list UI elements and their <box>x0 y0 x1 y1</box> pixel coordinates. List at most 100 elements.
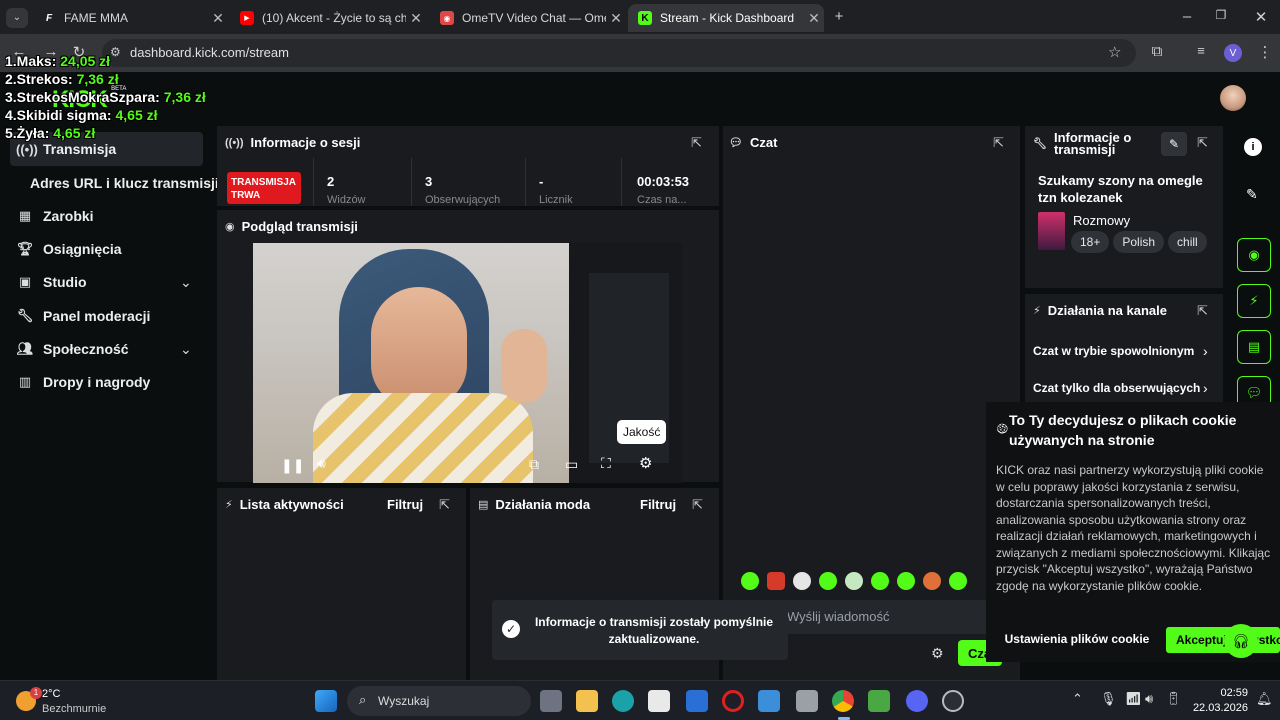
omnibox[interactable]: ⚙ dashboard.kick.com/stream ☆ <box>102 39 1136 67</box>
chevron-down-icon[interactable]: ⌄ <box>180 274 192 291</box>
volume-icon[interactable]: 🔊︎ <box>317 455 326 472</box>
tab-kick-dashboard[interactable]: K Stream - Kick Dashboard ✕ <box>628 4 824 32</box>
emote-icon[interactable] <box>819 572 837 590</box>
sidebar-item-panel-moderacji[interactable]: 🔧︎ Panel moderacji <box>16 308 151 324</box>
sidebar-item-stream-url[interactable]: Adres URL i klucz transmisji <box>30 175 219 191</box>
emote-icon[interactable] <box>923 572 941 590</box>
chrome-icon[interactable] <box>832 690 854 712</box>
media-icon[interactable]: ≡ <box>1190 43 1212 58</box>
pip-icon[interactable]: ⧉ <box>529 456 539 473</box>
video-player[interactable]: ❚❚ 🔊︎ ⧉ ▭ ⛶ ⚙ Jakość <box>253 243 682 483</box>
tab-ometv[interactable]: ◉ OmeTV Video Chat — Omegle ✕ <box>430 4 626 32</box>
edit-icon[interactable]: ✎ <box>1246 186 1258 203</box>
preview-toggle-icon[interactable]: ◉ <box>1237 238 1271 272</box>
tab-search-icon[interactable]: ⌄ <box>6 8 28 28</box>
bolt-toggle-icon[interactable]: ⚡︎ <box>1237 284 1271 318</box>
extensions-icon[interactable]: ⧉ <box>1146 43 1168 60</box>
close-window-icon[interactable]: ✕ <box>1250 8 1272 26</box>
microphone-icon[interactable]: 🎙︎ <box>1100 691 1117 707</box>
edge-icon[interactable] <box>612 690 634 712</box>
action-followers-only[interactable]: Czat tylko dla obserwujących <box>1033 381 1203 395</box>
bookmark-star-icon[interactable]: ☆ <box>1108 43 1121 61</box>
expand-icon[interactable]: ⇱ <box>692 497 703 513</box>
clock-time[interactable]: 02:59 <box>1208 687 1248 699</box>
emote-icon[interactable] <box>767 572 785 590</box>
photos-icon[interactable] <box>758 690 780 712</box>
close-tab-icon[interactable]: ✕ <box>406 10 426 27</box>
emote-icon[interactable] <box>845 572 863 590</box>
expand-icon[interactable]: ⇱ <box>993 135 1004 151</box>
app-cube-icon[interactable] <box>796 690 818 712</box>
taskbar-search[interactable]: ⌕ Wyszukaj <box>347 686 531 716</box>
file-explorer-icon[interactable] <box>576 690 598 712</box>
quality-settings-icon[interactable]: ⚙ <box>639 454 652 472</box>
expand-icon[interactable]: ⇱ <box>439 497 450 513</box>
action-slow-mode[interactable]: Czat w trybie spowolnionym <box>1033 344 1219 358</box>
sidebar-item-label: Osiągnięcia <box>43 241 122 257</box>
opera-icon[interactable] <box>722 690 744 712</box>
store-icon[interactable] <box>648 690 670 712</box>
tab-fame-mma[interactable]: F FAME MMA ✕ <box>32 4 228 32</box>
tray-chevron-icon[interactable]: ⌃ <box>1072 691 1083 707</box>
filter-button[interactable]: Filtruj <box>387 497 423 512</box>
sidebar-item-spolecznosc[interactable]: 👥︎ Społeczność <box>16 341 129 357</box>
task-view-icon[interactable] <box>540 690 562 712</box>
user-avatar[interactable] <box>1220 85 1246 111</box>
fullscreen-icon[interactable]: ⛶ <box>601 455 611 472</box>
close-tab-icon[interactable]: ✕ <box>606 10 626 27</box>
minimize-icon[interactable]: – <box>1176 8 1198 25</box>
emote-icon[interactable] <box>897 572 915 590</box>
app-blue-icon[interactable] <box>686 690 708 712</box>
menu-icon[interactable]: ⋮ <box>1254 43 1276 61</box>
start-icon[interactable] <box>315 690 337 712</box>
theater-icon[interactable]: ▭ <box>565 456 578 473</box>
cookie-settings-button[interactable]: Ustawienia plików cookie <box>996 626 1158 652</box>
app-green-icon[interactable] <box>868 690 890 712</box>
emote-icon[interactable] <box>949 572 967 590</box>
category-name[interactable]: Rozmowy <box>1073 213 1130 228</box>
weather-widget[interactable]: 1 2°C Bezchmurnie <box>14 687 134 717</box>
profile-avatar[interactable]: V <box>1224 44 1242 62</box>
expand-icon[interactable]: ⇱ <box>1197 303 1208 319</box>
sidebar-item-dropy[interactable]: ▥ Dropy i nagrody <box>16 374 151 390</box>
chevron-right-icon[interactable]: › <box>1203 380 1208 396</box>
cookie-accept-button[interactable]: Akceptuj wszystko <box>1166 627 1280 653</box>
overlay-row: 2.Strekos: 7,36 zł <box>5 71 119 87</box>
wifi-icon[interactable]: 📶︎ <box>1125 691 1142 707</box>
notification-icon[interactable]: 🔔︎ <box>1256 691 1273 707</box>
edit-icon[interactable]: ✎ <box>1161 132 1187 156</box>
browser-tab-bar: ⌄ F FAME MMA ✕ ▶ (10) Akcent - Życie to … <box>0 0 1280 34</box>
app-steam-icon[interactable] <box>942 690 964 712</box>
battery-icon[interactable]: 🔋︎ <box>1165 691 1182 707</box>
chevron-right-icon[interactable]: › <box>1203 343 1208 359</box>
chat-settings-icon[interactable]: ⚙ <box>931 645 944 662</box>
volume-icon[interactable]: 🔊︎ <box>1145 691 1153 707</box>
discord-icon[interactable] <box>906 690 928 712</box>
sidebar-item-transmisja[interactable]: ((•)) Transmisja <box>16 141 116 157</box>
restore-icon[interactable]: ❐ <box>1210 8 1232 22</box>
clock-date[interactable]: 22.03.2026 <box>1188 702 1248 714</box>
close-tab-icon[interactable]: ✕ <box>804 10 824 27</box>
emote-icon[interactable] <box>741 572 759 590</box>
sidebar-item-osiagniecia[interactable]: 🏆︎ Osiągnięcia <box>16 241 122 257</box>
close-tab-icon[interactable]: ✕ <box>208 10 228 27</box>
tag-18plus[interactable]: 18+ <box>1071 231 1110 253</box>
sidebar-item-studio[interactable]: ▣ Studio <box>16 274 87 290</box>
pause-icon[interactable]: ❚❚ <box>281 457 304 474</box>
document-toggle-icon[interactable]: ▤ <box>1237 330 1271 364</box>
sidebar-item-zarobki[interactable]: ▦ Zarobki <box>16 208 94 224</box>
trophy-icon: 🏆︎ <box>16 241 34 256</box>
expand-icon[interactable]: ⇱ <box>691 135 702 151</box>
expand-icon[interactable]: ⇱ <box>1197 135 1208 151</box>
filter-button[interactable]: Filtruj <box>640 497 676 512</box>
tag-polish[interactable]: Polish <box>1113 231 1165 253</box>
emote-icon[interactable] <box>793 572 811 590</box>
emote-icon[interactable] <box>871 572 889 590</box>
new-tab-icon[interactable]: + <box>828 8 850 25</box>
tag-chill[interactable]: chill <box>1168 231 1207 253</box>
support-headset-icon[interactable]: 🎧︎ <box>1224 624 1258 658</box>
viewers-count: 2 <box>327 174 335 189</box>
info-icon[interactable]: i <box>1244 138 1262 156</box>
chevron-down-icon[interactable]: ⌄ <box>180 341 192 358</box>
tab-youtube[interactable]: ▶ (10) Akcent - Życie to są chwile ✕ <box>230 4 426 32</box>
